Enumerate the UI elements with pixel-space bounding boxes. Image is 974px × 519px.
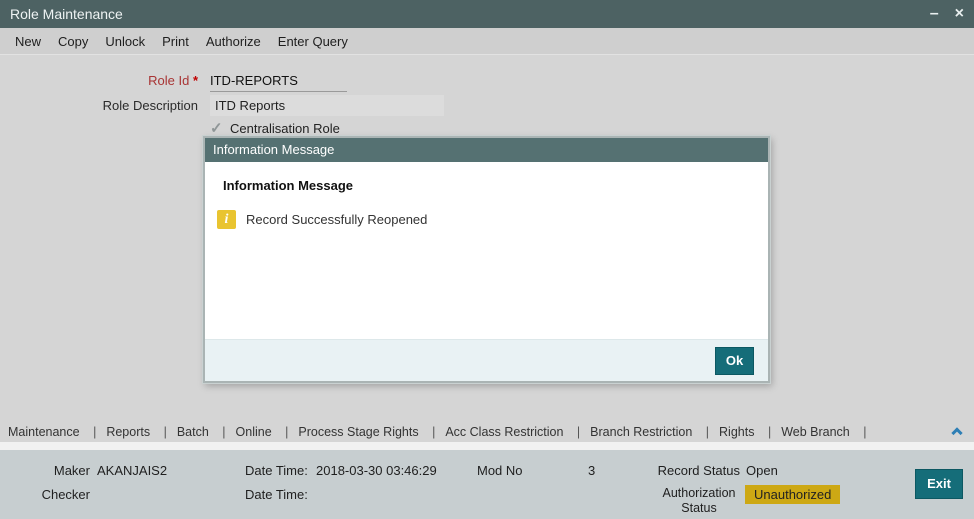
checker-datetime-label: Date Time: bbox=[245, 487, 308, 502]
role-description-label: Role Description bbox=[102, 98, 198, 113]
tab-separator: | bbox=[222, 425, 226, 439]
role-id-label-text: Role Id bbox=[148, 73, 190, 88]
tab[interactable]: Batch bbox=[177, 425, 209, 439]
tab[interactable]: Acc Class Restriction bbox=[445, 425, 563, 439]
dialog-body: Information Message i Record Successfull… bbox=[205, 162, 768, 339]
role-description-input[interactable]: ITD Reports bbox=[210, 95, 444, 116]
information-message-dialog: Information Message Information Message … bbox=[203, 136, 770, 383]
toolbar-button[interactable]: Authorize bbox=[206, 34, 261, 49]
tab[interactable]: Online bbox=[236, 425, 272, 439]
tab-item: Process Stage Rights | bbox=[298, 425, 445, 439]
authorization-status-badge: Unauthorized bbox=[745, 485, 841, 504]
record-status-value: Open bbox=[746, 463, 778, 478]
tab-item: Online | bbox=[236, 425, 299, 439]
ok-button[interactable]: Ok bbox=[715, 347, 754, 375]
chevron-up-icon[interactable] bbox=[951, 427, 963, 439]
tab-separator: | bbox=[767, 425, 772, 439]
tab[interactable]: Process Stage Rights bbox=[298, 425, 418, 439]
tab-separator: | bbox=[285, 425, 289, 439]
tab-separator: | bbox=[93, 425, 97, 439]
bottom-tab-bar: Maintenance | Reports | Batch | Online |… bbox=[0, 420, 944, 444]
tab-item: Rights | bbox=[719, 425, 781, 439]
mod-no-value: 3 bbox=[588, 463, 596, 478]
toolbar-button[interactable]: New bbox=[15, 34, 41, 49]
message-row: i Record Successfully Reopened bbox=[217, 210, 427, 229]
tab-separator: | bbox=[576, 425, 581, 439]
tab-separator: | bbox=[163, 425, 167, 439]
tab-item: Batch | bbox=[177, 425, 236, 439]
footer-divider bbox=[0, 442, 974, 450]
tab[interactable]: Web Branch bbox=[781, 425, 850, 439]
mod-no-label: Mod No bbox=[477, 463, 523, 478]
checkbox-checked-icon[interactable]: ✓ bbox=[210, 119, 230, 137]
audit-footer: Maker AKANJAIS2 Date Time: 2018-03-30 03… bbox=[0, 450, 974, 519]
dialog-footer: Ok bbox=[205, 339, 768, 381]
dialog-message: Record Successfully Reopened bbox=[246, 212, 428, 227]
window-titlebar: Role Maintenance – × bbox=[0, 0, 974, 28]
tab-item: Maintenance | bbox=[8, 425, 106, 439]
toolbar-button[interactable]: Enter Query bbox=[278, 34, 348, 49]
role-id-input[interactable]: ITD-REPORTS bbox=[210, 71, 347, 92]
exit-button[interactable]: Exit bbox=[915, 469, 963, 499]
role-id-label: Role Id * bbox=[0, 73, 198, 88]
toolbar-button[interactable]: Print bbox=[162, 34, 189, 49]
required-asterisk: * bbox=[192, 73, 198, 88]
maker-datetime-label: Date Time: bbox=[245, 463, 308, 478]
tab-separator: | bbox=[705, 425, 710, 439]
role-maintenance-window: Role Maintenance – × New Copy Unlock Print A… bbox=[0, 0, 974, 519]
tab[interactable]: Maintenance bbox=[8, 425, 80, 439]
tab[interactable]: Reports bbox=[106, 425, 150, 439]
minimize-icon[interactable]: – bbox=[930, 0, 939, 28]
centralisation-role-row: ✓ Centralisation Role bbox=[210, 119, 340, 137]
tab-item: Web Branch | bbox=[781, 425, 876, 439]
checker-label: Checker bbox=[41, 487, 90, 502]
action-toolbar: New Copy Unlock Print Authorize Enter Query bbox=[0, 28, 974, 55]
toolbar-button[interactable]: Copy bbox=[58, 34, 88, 49]
toolbar-button[interactable]: Unlock bbox=[105, 34, 145, 49]
tab[interactable]: Rights bbox=[719, 425, 754, 439]
tab-item: Acc Class Restriction | bbox=[445, 425, 590, 439]
info-icon: i bbox=[217, 210, 236, 229]
record-status-label: Record Status bbox=[657, 463, 740, 478]
tab-item: Reports | bbox=[106, 425, 177, 439]
maker-value: AKANJAIS2 bbox=[97, 463, 168, 478]
tab-separator: | bbox=[863, 425, 867, 439]
maker-datetime-value: 2018-03-30 03:46:29 bbox=[316, 463, 437, 478]
centralisation-role-label: Centralisation Role bbox=[230, 120, 340, 136]
close-icon[interactable]: × bbox=[955, 0, 964, 28]
dialog-heading: Information Message bbox=[223, 178, 354, 193]
tab-item: Branch Restriction | bbox=[590, 425, 719, 439]
maker-label: Maker bbox=[53, 463, 90, 478]
window-title: Role Maintenance bbox=[10, 6, 123, 22]
tab-separator: | bbox=[432, 425, 436, 439]
authorization-status-label: Authorization Status bbox=[662, 486, 736, 515]
dialog-titlebar: Information Message bbox=[205, 138, 768, 162]
tab[interactable]: Branch Restriction bbox=[590, 425, 692, 439]
window-controls: – × bbox=[930, 0, 964, 28]
